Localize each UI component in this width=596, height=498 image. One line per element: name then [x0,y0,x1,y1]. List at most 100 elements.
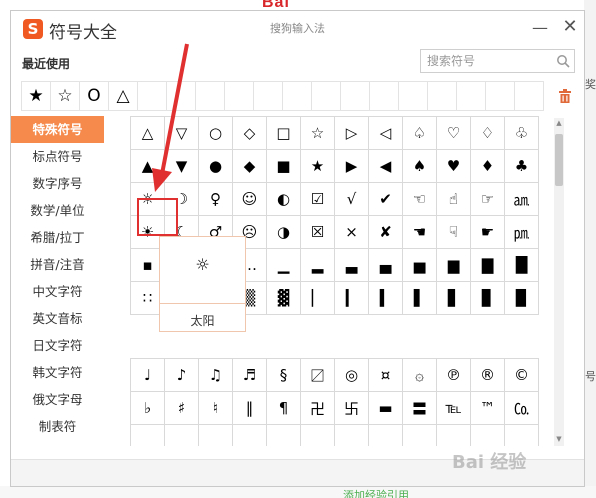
symbol-cell[interactable]: ♪ [164,358,199,392]
category-item[interactable]: 制表符 [11,413,104,440]
category-item[interactable]: 俄文字母 [11,386,104,413]
symbol-cell[interactable]: ☑ [300,182,335,216]
symbol-cell[interactable]: § [266,358,301,392]
symbol-cell[interactable]: ☛ [470,215,505,249]
symbol-cell[interactable]: 〓 [402,391,437,425]
symbol-cell[interactable]: × [334,215,369,249]
symbol-cell[interactable]: ▉ [504,281,539,315]
category-item[interactable]: 英文音标 [11,305,104,332]
symbol-cell[interactable]: ▄ [368,248,403,282]
category-item[interactable]: 韩文字符 [11,359,104,386]
symbol-cell[interactable]: ▂ [300,248,335,282]
symbol-cell[interactable]: ▅ [402,248,437,282]
symbol-cell[interactable]: ✘ [368,215,403,249]
symbol-cell[interactable] [334,424,369,446]
search-input[interactable] [421,50,551,72]
symbol-cell[interactable]: © [504,358,539,392]
symbol-cell[interactable] [504,424,539,446]
symbol-cell[interactable] [470,424,505,446]
symbol-cell[interactable]: ■ [266,149,301,183]
symbol-cell[interactable]: 卐 [334,391,369,425]
symbol-cell[interactable]: ㏘ [504,215,539,249]
close-button[interactable]: ✕ [561,16,579,37]
symbol-cell[interactable]: ☒ [300,215,335,249]
symbol-cell[interactable]: ▼ [164,149,199,183]
recent-symbol-cell[interactable] [166,81,196,111]
recent-symbol-cell[interactable] [456,81,486,111]
symbol-cell[interactable]: ● [198,149,233,183]
symbol-cell[interactable]: ☜ [402,182,437,216]
symbol-cell[interactable]: ▲ [130,149,165,183]
symbol-cell[interactable]: ☟ [436,215,471,249]
symbol-cell[interactable]: ♩ [130,358,165,392]
symbol-cell[interactable]: ☺ [232,182,267,216]
symbol-cell[interactable]: ◀ [368,149,403,183]
scroll-down-arrow-icon[interactable]: ▼ [554,434,564,444]
symbol-cell[interactable]: ☚ [402,215,437,249]
symbol-cell[interactable] [130,424,165,446]
recent-symbol-cell[interactable] [514,81,544,111]
symbol-cell[interactable]: ♠ [402,149,437,183]
symbol-cell[interactable]: ▎ [334,281,369,315]
symbol-cell[interactable] [300,424,335,446]
symbol-cell[interactable]: √ [334,182,369,216]
symbol-cell[interactable]: ‖ [232,391,267,425]
symbol-cell[interactable]: ▌ [402,281,437,315]
symbol-cell[interactable]: ◇ [232,116,267,150]
symbol-cell[interactable]: ◁ [368,116,403,150]
symbol-cell[interactable]: ♤ [402,116,437,150]
symbol-cell[interactable]: ♫ [198,358,233,392]
symbol-cell[interactable]: 卍 [300,391,335,425]
symbol-cell[interactable]: ◆ [232,149,267,183]
symbol-cell[interactable]: ™ [470,391,505,425]
symbol-cell[interactable]: ▶ [334,149,369,183]
symbol-cell[interactable] [266,424,301,446]
symbol-cell[interactable]: ♦ [470,149,505,183]
symbol-cell[interactable]: ✔ [368,182,403,216]
category-item[interactable]: 日文字符 [11,332,104,359]
symbol-cell[interactable] [368,424,403,446]
symbol-cell[interactable]: ○ [198,116,233,150]
category-item[interactable]: 希腊/拉丁 [11,224,104,251]
symbol-cell[interactable]: ▁ [266,248,301,282]
symbol-cell[interactable] [436,424,471,446]
symbol-cell[interactable]: ▆ [436,248,471,282]
symbol-cell[interactable]: ◐ [266,182,301,216]
symbol-cell[interactable]: ۞ [402,358,437,392]
category-item[interactable]: 拼音/注音 [11,251,104,278]
recent-symbol-cell[interactable]: ☆ [50,81,80,111]
background-add-reference-link[interactable]: 添加经验引用 [343,487,409,498]
symbol-cell[interactable]: ▍ [368,281,403,315]
symbol-cell[interactable]: ▊ [470,281,505,315]
symbol-cell[interactable] [232,424,267,446]
search-box[interactable] [420,49,575,73]
symbol-cell[interactable]: █ [504,248,539,282]
symbol-cell[interactable]: 〼 [300,358,335,392]
recent-symbol-cell[interactable] [485,81,515,111]
symbol-cell[interactable]: ☝ [436,182,471,216]
symbol-cell[interactable]: ▏ [300,281,335,315]
recent-symbol-cell[interactable]: ★ [21,81,51,111]
symbol-cell[interactable]: ® [470,358,505,392]
category-item[interactable]: 数学/单位 [11,197,104,224]
symbol-cell[interactable]: ♢ [470,116,505,150]
symbol-cell[interactable]: ㏇ [504,391,539,425]
symbol-cell[interactable]: ☆ [300,116,335,150]
recent-symbol-cell[interactable] [427,81,457,111]
recent-symbol-cell[interactable] [311,81,341,111]
recent-symbol-cell[interactable] [369,81,399,111]
recent-symbol-cell[interactable] [224,81,254,111]
symbol-cell[interactable]: △ [130,116,165,150]
trash-icon[interactable] [559,89,571,103]
search-icon[interactable] [556,54,570,68]
recent-symbol-cell[interactable] [137,81,167,111]
minimize-button[interactable]: — [531,18,549,38]
recent-symbol-cell[interactable] [398,81,428,111]
symbol-cell[interactable]: ¶ [266,391,301,425]
symbol-cell[interactable]: ☞ [470,182,505,216]
symbol-cell[interactable]: ♯ [164,391,199,425]
category-item[interactable]: 特殊符号 [11,116,104,143]
category-item[interactable]: 中文字符 [11,278,104,305]
scroll-thumb[interactable] [555,134,563,186]
recent-symbol-cell[interactable] [195,81,225,111]
